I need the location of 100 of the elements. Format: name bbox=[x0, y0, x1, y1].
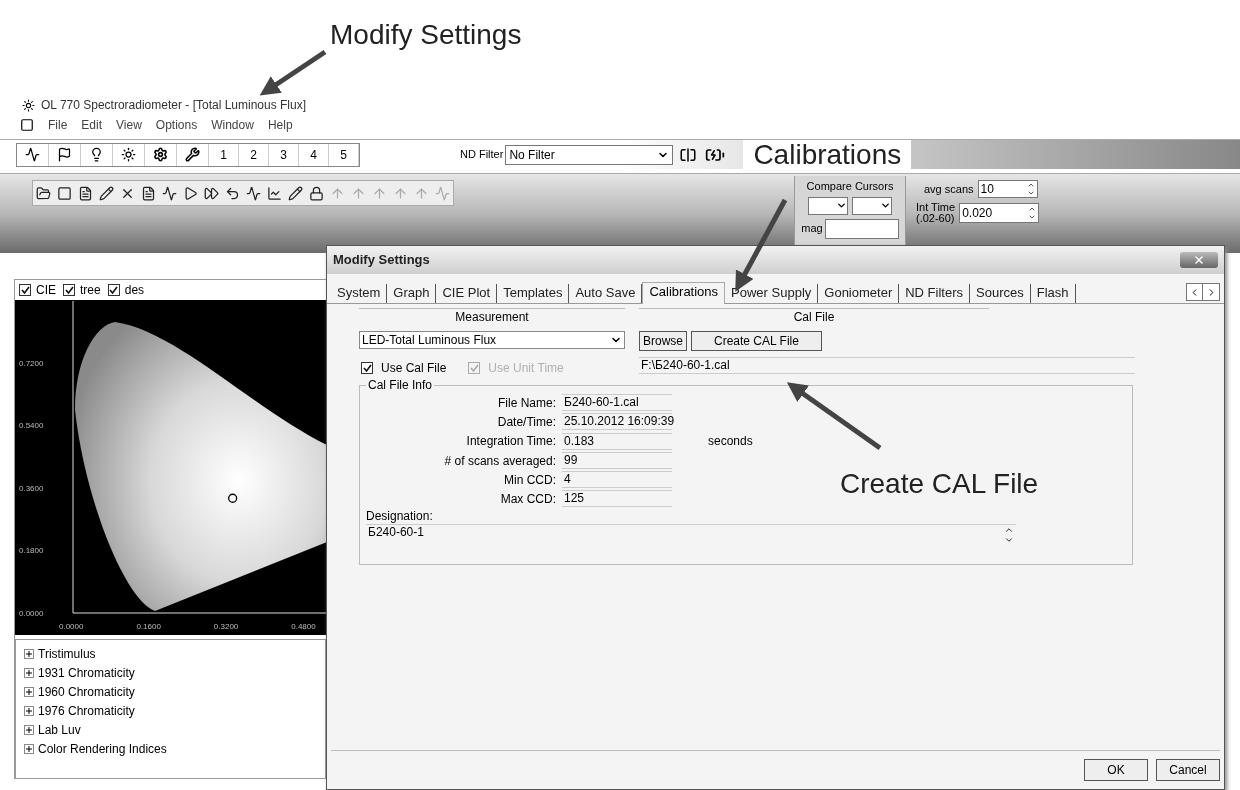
number-button[interactable]: 2 bbox=[239, 143, 269, 166]
expander[interactable] bbox=[24, 648, 34, 659]
dialog-button[interactable]: Create CAL File bbox=[691, 331, 822, 351]
x-tick-label: 0.0000 bbox=[59, 622, 84, 631]
menu-item[interactable]: Options bbox=[155, 116, 198, 134]
window-title: OL 770 Spectroradiometer - [Total Luminous Flux] bbox=[41, 97, 306, 114]
dialog-button[interactable]: Cancel bbox=[1156, 759, 1220, 781]
checkbox[interactable] bbox=[19, 284, 31, 296]
mag-field[interactable] bbox=[824, 218, 899, 239]
designation-label: Designation: bbox=[366, 508, 434, 524]
close-icon bbox=[1193, 254, 1205, 266]
tab[interactable]: CIE Plot bbox=[436, 284, 498, 303]
menu-item[interactable]: Edit bbox=[81, 116, 103, 134]
avg-scans-label: avg scans bbox=[924, 181, 974, 197]
expander[interactable] bbox=[24, 705, 34, 716]
close-button[interactable] bbox=[1180, 252, 1218, 268]
pulse-icon bbox=[162, 185, 177, 201]
number-button[interactable]: 5 bbox=[329, 143, 359, 166]
info-label: Min CCD: bbox=[503, 471, 556, 488]
cal-file-header: Cal File bbox=[639, 308, 989, 325]
checkbox[interactable] bbox=[63, 284, 75, 296]
pulse-icon bbox=[435, 185, 450, 201]
chart-icon bbox=[267, 185, 282, 201]
tree-item[interactable]: Lab Luv bbox=[38, 720, 81, 739]
number-button[interactable]: 1 bbox=[209, 143, 239, 166]
measurement-header: Measurement bbox=[359, 308, 625, 325]
play-icon bbox=[183, 185, 198, 201]
fast-forward-icon bbox=[204, 185, 219, 201]
nd-filter-label: ND Filter bbox=[460, 147, 504, 163]
expander[interactable] bbox=[24, 724, 34, 735]
pulse-icon bbox=[25, 147, 40, 162]
compare-cursors-label: Compare Cursors bbox=[806, 179, 894, 194]
undo-icon bbox=[225, 185, 240, 201]
checkbox[interactable] bbox=[361, 362, 373, 374]
pencil-icon bbox=[288, 185, 303, 201]
checkbox-label: Use Cal File bbox=[381, 360, 447, 377]
x-tick-label: 0.1600 bbox=[136, 622, 161, 631]
designation-field[interactable]: Б240-60-1 bbox=[366, 524, 1016, 556]
number-button[interactable]: 3 bbox=[269, 143, 299, 166]
menu-item[interactable]: View bbox=[116, 116, 142, 134]
tree-item[interactable]: 1931 Chromaticity bbox=[38, 663, 135, 682]
tab[interactable]: ND Filters bbox=[899, 284, 970, 303]
int-time-label: Int Time bbox=[916, 202, 956, 213]
expander[interactable] bbox=[24, 667, 34, 678]
menu-item[interactable]: Window bbox=[211, 116, 254, 134]
split-icon[interactable] bbox=[679, 145, 698, 164]
info-label: # of scans averaged: bbox=[443, 452, 556, 469]
mag-label: mag bbox=[801, 221, 823, 237]
expander[interactable] bbox=[24, 743, 34, 754]
tab[interactable]: Flash bbox=[1030, 284, 1076, 303]
number-button[interactable]: 4 bbox=[299, 143, 329, 166]
checkbox-label: tree bbox=[80, 282, 101, 299]
avg-scans-spinner[interactable]: 10 bbox=[977, 180, 1038, 198]
dialog-button[interactable]: Browse bbox=[639, 331, 687, 351]
value-field: 99 bbox=[562, 452, 672, 469]
flag-icon bbox=[57, 147, 72, 162]
int-time-spinner[interactable]: 0.020 bbox=[959, 203, 1040, 223]
spin-up-icon bbox=[1028, 205, 1037, 213]
expander[interactable] bbox=[24, 686, 34, 697]
tab[interactable]: Calibrations bbox=[642, 282, 726, 304]
tree-item[interactable]: 1976 Chromaticity bbox=[38, 701, 135, 720]
spin-down-icon bbox=[1026, 189, 1035, 197]
menu-item[interactable]: Help bbox=[267, 116, 293, 134]
x-tick-label: 0.4800 bbox=[291, 622, 316, 631]
checkbox[interactable] bbox=[107, 284, 120, 296]
tab[interactable]: System bbox=[331, 284, 388, 303]
value-field: 0.183 bbox=[562, 432, 672, 450]
pencil-icon bbox=[99, 185, 114, 201]
info-label: Max CCD: bbox=[499, 490, 556, 507]
tab[interactable]: Sources bbox=[970, 284, 1031, 303]
y-tick-label: 0.3600 bbox=[19, 483, 44, 493]
tab[interactable]: Graph bbox=[387, 284, 437, 303]
info-label: Date/Time: bbox=[496, 413, 556, 430]
checkbox-label: CIE bbox=[36, 282, 56, 299]
y-tick-label: 0.7200 bbox=[19, 358, 44, 368]
y-tick-label: 0.0000 bbox=[19, 609, 44, 618]
lightbulb-icon bbox=[89, 147, 104, 162]
cursor-dropdown[interactable] bbox=[808, 196, 848, 215]
measurement-dropdown[interactable]: LED-Total Luminous Flux bbox=[359, 331, 625, 349]
tab-scroll-left-button[interactable] bbox=[1187, 284, 1203, 300]
cursor-dropdown[interactable] bbox=[852, 196, 892, 215]
tree-item[interactable]: Tristimulus bbox=[38, 644, 96, 663]
nd-filter-dropdown[interactable]: No Filter bbox=[505, 144, 674, 165]
pulse-icon bbox=[246, 185, 261, 201]
value-field: 125 bbox=[562, 490, 672, 507]
spin-up-icon bbox=[1026, 181, 1035, 189]
annotation-arrow bbox=[259, 49, 327, 96]
menu-item[interactable]: File bbox=[48, 116, 68, 134]
y-tick-label: 0.1800 bbox=[19, 546, 44, 556]
dialog-button[interactable]: OK bbox=[1084, 759, 1148, 781]
tab[interactable]: Goniometer bbox=[818, 284, 900, 303]
annotation-label: Create CAL File bbox=[840, 467, 1039, 501]
annotation-label: Calibrations bbox=[743, 139, 912, 170]
tab[interactable]: Power Supply bbox=[725, 284, 819, 303]
lock-icon bbox=[309, 185, 324, 201]
value-field: 25.10.2012 16:09:39 bbox=[562, 413, 672, 430]
tree-item[interactable]: 1960 Chromaticity bbox=[38, 682, 135, 701]
tree-item[interactable]: Color Rendering Indices bbox=[38, 739, 167, 758]
value-field: 4 bbox=[562, 471, 672, 488]
tab[interactable]: Templates bbox=[497, 284, 570, 303]
